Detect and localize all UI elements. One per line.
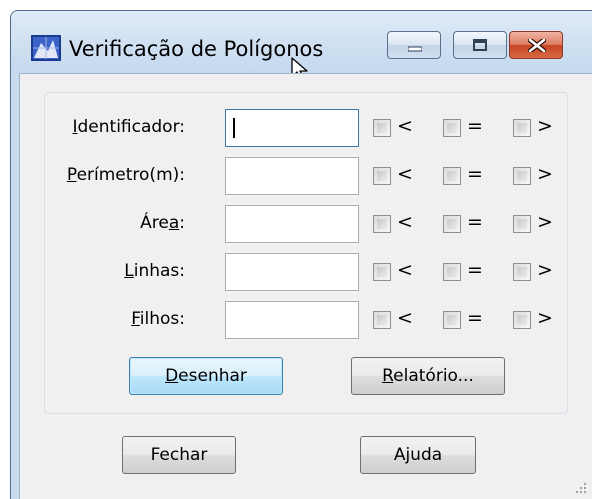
linhas-gt-checkbox[interactable] xyxy=(513,263,531,281)
perimetro-label: Perímetro(m): xyxy=(66,165,185,185)
draw-button-key: D xyxy=(165,366,179,386)
close-icon xyxy=(528,39,546,52)
lt-operator: < xyxy=(397,211,413,233)
area-input[interactable] xyxy=(225,205,359,243)
close-button[interactable]: Fechar xyxy=(122,436,236,474)
perimetro-eq-checkbox[interactable] xyxy=(443,167,461,185)
linhas-eq-checkbox[interactable] xyxy=(443,263,461,281)
eq-operator: = xyxy=(467,211,483,233)
minimize-icon xyxy=(408,46,422,52)
row-area: Área: < = > xyxy=(45,205,567,245)
gt-operator: > xyxy=(537,115,553,137)
identificador-input[interactable] xyxy=(225,109,359,147)
identificador-label: Identificador: xyxy=(72,117,185,137)
eq-operator: = xyxy=(467,115,483,137)
row-perimetro: Perímetro(m): < = > xyxy=(45,157,567,197)
filhos-input[interactable] xyxy=(225,301,359,339)
perimetro-input[interactable] xyxy=(225,157,359,195)
title-bar[interactable]: Verificação de Polígonos xyxy=(11,11,592,82)
filhos-lt-checkbox[interactable] xyxy=(373,311,391,329)
report-button-key: R xyxy=(382,366,394,386)
lt-operator: < xyxy=(397,259,413,281)
linhas-input[interactable] xyxy=(225,253,359,291)
report-button-label: elatório... xyxy=(393,366,474,386)
gt-operator: > xyxy=(537,307,553,329)
gt-operator: > xyxy=(537,163,553,185)
close-window-button[interactable] xyxy=(509,31,563,59)
app-icon xyxy=(31,35,61,61)
perimetro-lt-checkbox[interactable] xyxy=(373,167,391,185)
perimetro-gt-checkbox[interactable] xyxy=(513,167,531,185)
row-linhas: Linhas: < = > xyxy=(45,253,567,293)
text-caret xyxy=(233,118,235,138)
row-filhos: Filhos: < = > xyxy=(45,301,567,341)
window-title: Verificação de Polígonos xyxy=(69,37,324,61)
area-lt-checkbox[interactable] xyxy=(373,215,391,233)
row-identificador: Identificador: < = > xyxy=(45,109,567,149)
area-eq-checkbox[interactable] xyxy=(443,215,461,233)
maximize-icon xyxy=(473,39,487,51)
draw-button[interactable]: Desenhar xyxy=(129,357,283,395)
linhas-lt-checkbox[interactable] xyxy=(373,263,391,281)
gt-operator: > xyxy=(537,259,553,281)
lt-operator: < xyxy=(397,115,413,137)
filhos-label: Filhos: xyxy=(131,309,185,329)
eq-operator: = xyxy=(467,307,483,329)
lt-operator: < xyxy=(397,163,413,185)
area-label: Área: xyxy=(140,213,185,233)
lt-operator: < xyxy=(397,307,413,329)
filhos-gt-checkbox[interactable] xyxy=(513,311,531,329)
criteria-group: Identificador: < = > Perímetro(m): < = > xyxy=(44,92,568,414)
identificador-gt-checkbox[interactable] xyxy=(513,119,531,137)
linhas-label: Linhas: xyxy=(124,261,185,281)
identificador-eq-checkbox[interactable] xyxy=(443,119,461,137)
minimize-button[interactable] xyxy=(387,31,441,59)
resize-grip-icon[interactable] xyxy=(575,482,587,494)
maximize-button[interactable] xyxy=(453,31,507,59)
identificador-lt-checkbox[interactable] xyxy=(373,119,391,137)
eq-operator: = xyxy=(467,259,483,281)
draw-button-label: esenhar xyxy=(178,366,247,386)
report-button[interactable]: Relatório... xyxy=(351,357,505,395)
help-button[interactable]: Ajuda xyxy=(360,436,476,474)
dialog-window: Verificação de Polígonos Identificador: … xyxy=(10,10,592,499)
gt-operator: > xyxy=(537,211,553,233)
dialog-client-area: Identificador: < = > Perímetro(m): < = > xyxy=(19,73,592,499)
filhos-eq-checkbox[interactable] xyxy=(443,311,461,329)
area-gt-checkbox[interactable] xyxy=(513,215,531,233)
eq-operator: = xyxy=(467,163,483,185)
